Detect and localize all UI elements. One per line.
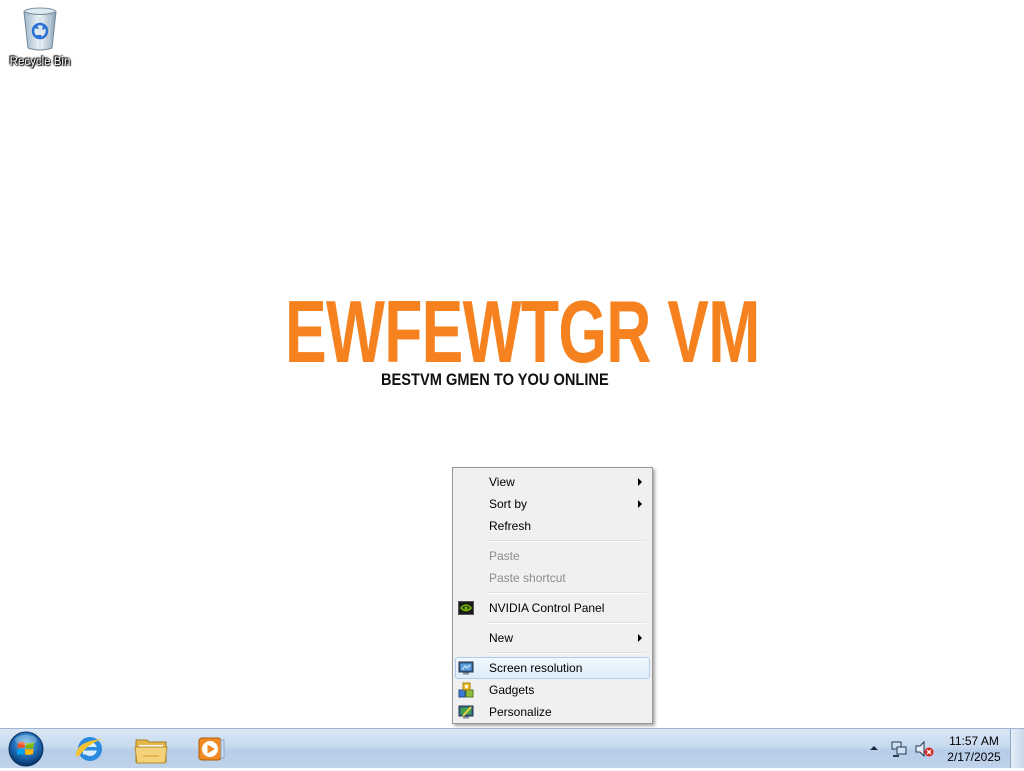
desktop[interactable]: Recycle Bin EWFEWTGR VM BESTVM GMEN TO Y… bbox=[0, 0, 1024, 728]
menu-item-label: Paste shortcut bbox=[489, 571, 566, 585]
menu-item-label: NVIDIA Control Panel bbox=[489, 601, 605, 615]
submenu-arrow-icon bbox=[638, 478, 642, 486]
network-icon[interactable] bbox=[890, 740, 908, 758]
recycle-bin-label: Recycle Bin bbox=[9, 56, 71, 68]
menu-separator bbox=[455, 589, 650, 597]
taskbar-windows-explorer[interactable] bbox=[128, 731, 174, 767]
menu-separator bbox=[455, 649, 650, 657]
taskbar-internet-explorer[interactable] bbox=[67, 731, 113, 767]
folder-icon bbox=[134, 739, 168, 764]
menu-separator bbox=[455, 537, 650, 545]
menu-item-refresh[interactable]: Refresh bbox=[455, 515, 650, 537]
menu-separator bbox=[455, 619, 650, 627]
menu-item-label: New bbox=[489, 631, 514, 645]
menu-item-nvidia-control-panel[interactable]: NVIDIA Control Panel bbox=[455, 597, 650, 619]
submenu-arrow-icon bbox=[638, 634, 642, 642]
menu-item-label: Personalize bbox=[489, 705, 552, 719]
volume-muted-icon[interactable] bbox=[914, 740, 934, 758]
show-desktop-button[interactable] bbox=[1010, 729, 1024, 768]
clock-date: 2/17/2025 bbox=[947, 750, 1001, 764]
gadgets-icon bbox=[458, 682, 474, 698]
menu-item-screen-resolution[interactable]: Screen resolution bbox=[455, 657, 650, 679]
monitor-icon bbox=[458, 661, 474, 675]
menu-item-sort-by[interactable]: Sort by bbox=[455, 493, 650, 515]
menu-item-label: Refresh bbox=[489, 519, 532, 533]
menu-item-paste: Paste bbox=[455, 545, 650, 567]
taskbar: 11:57 AM 2/17/2025 bbox=[0, 728, 1024, 768]
clock-time: 11:57 AM bbox=[949, 734, 999, 748]
menu-item-label: Screen resolution bbox=[489, 661, 583, 675]
menu-item-view[interactable]: View bbox=[455, 471, 650, 493]
personalize-icon bbox=[458, 705, 474, 719]
menu-item-label: Paste bbox=[489, 549, 520, 563]
menu-item-paste-shortcut: Paste shortcut bbox=[455, 567, 650, 589]
start-button[interactable] bbox=[6, 730, 46, 768]
recycle-bin-icon bbox=[23, 7, 57, 51]
menu-item-label: View bbox=[489, 475, 515, 489]
desktop-context-menu: View Sort by Refresh Paste Paste shortcu… bbox=[452, 467, 653, 724]
menu-item-label: Gadgets bbox=[489, 683, 535, 697]
recycle-bin-shortcut[interactable]: Recycle Bin bbox=[4, 4, 76, 76]
internet-explorer-icon bbox=[75, 737, 103, 761]
menu-item-label: Sort by bbox=[489, 497, 528, 511]
submenu-arrow-icon bbox=[638, 500, 642, 508]
menu-item-gadgets[interactable]: Gadgets bbox=[455, 679, 650, 701]
media-player-icon bbox=[198, 737, 225, 761]
taskbar-media-player[interactable] bbox=[188, 731, 234, 767]
wallpaper-logo-title: EWFEWTGR VM bbox=[285, 282, 760, 381]
wallpaper-logo-subtitle: BESTVM GMEN TO YOU ONLINE bbox=[381, 370, 609, 389]
system-clock[interactable]: 11:57 AM 2/17/2025 bbox=[940, 733, 1008, 765]
menu-item-new[interactable]: New bbox=[455, 627, 650, 649]
menu-item-personalize[interactable]: Personalize bbox=[455, 701, 650, 723]
show-hidden-icons-chevron-icon[interactable] bbox=[869, 744, 879, 752]
nvidia-icon bbox=[458, 601, 474, 615]
